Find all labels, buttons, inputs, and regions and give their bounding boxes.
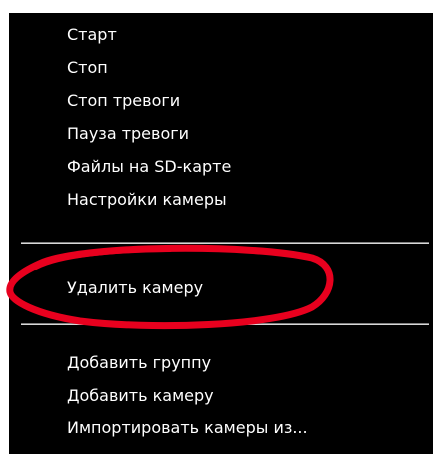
menu-item-start[interactable]: Старт [67,25,117,45]
menu-item-add-group[interactable]: Добавить группу [67,353,211,373]
menu-item-delete-camera[interactable]: Удалить камеру [67,278,203,298]
menu-item-stop[interactable]: Стоп [67,58,108,78]
menu-item-sd-card-files[interactable]: Файлы на SD-карте [67,157,231,177]
menu-item-import-cameras[interactable]: Импортировать камеры из... [67,418,308,438]
menu-item-camera-settings[interactable]: Настройки камеры [67,190,227,210]
screenshot-frame: Старт Стоп Стоп тревоги Пауза тревоги Фа… [0,0,433,454]
context-menu: Старт Стоп Стоп тревоги Пауза тревоги Фа… [9,13,433,454]
menu-item-pause-alarm[interactable]: Пауза тревоги [67,124,189,144]
menu-item-stop-alarm[interactable]: Стоп тревоги [67,91,180,111]
menu-item-add-camera[interactable]: Добавить камеру [67,386,214,406]
menu-separator [21,323,429,325]
menu-separator [21,242,429,244]
